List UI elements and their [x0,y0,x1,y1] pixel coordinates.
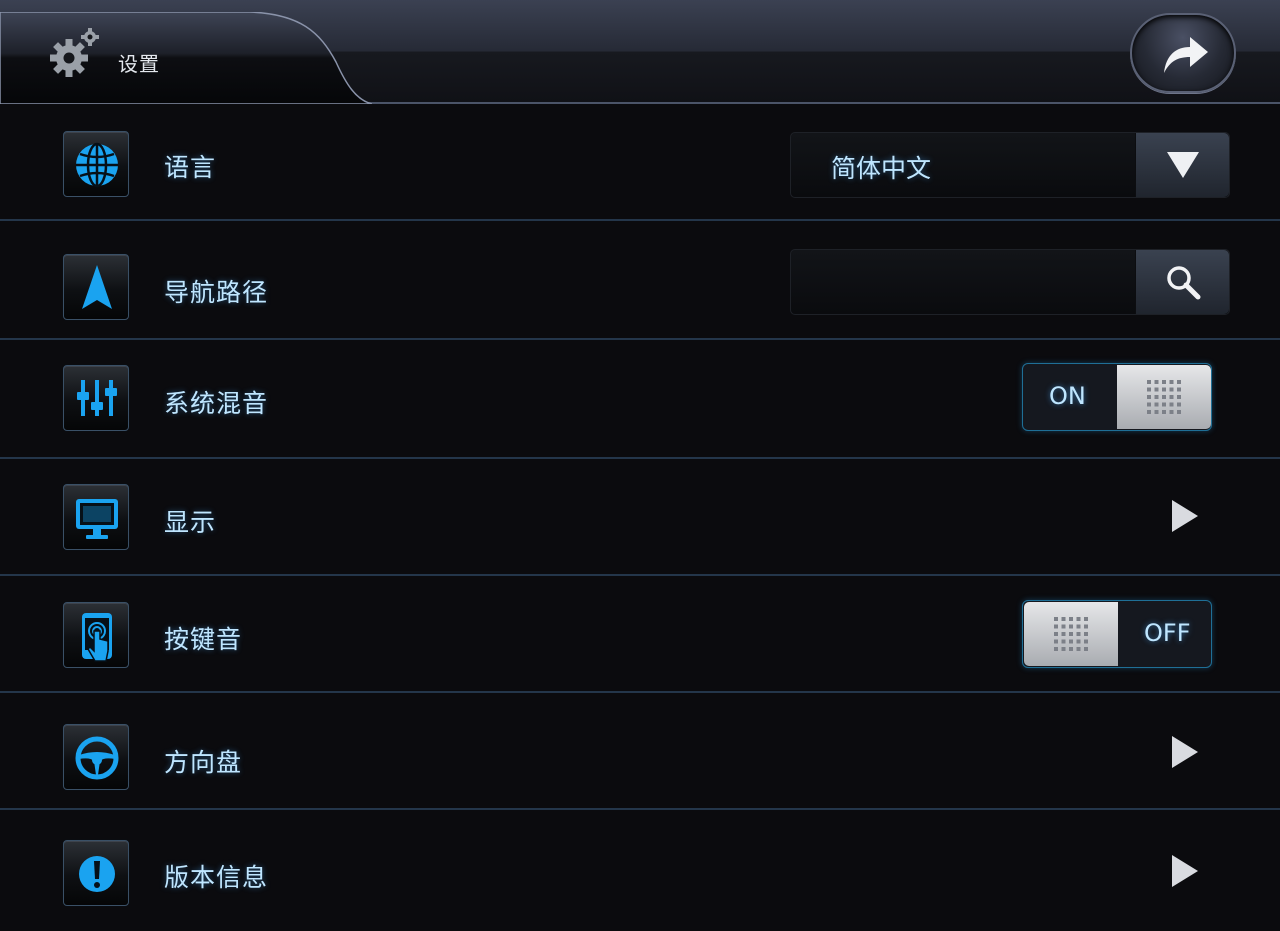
touch-phone-icon [63,602,129,668]
setting-label-display: 显示 [164,508,217,537]
setting-label-steering-wheel: 方向盘 [164,748,243,777]
setting-row-system-mix: 系统混音 ON [0,342,1280,459]
grip-dots-icon [1054,617,1088,651]
setting-row-language: 语言 简体中文 [0,104,1280,221]
key-tone-toggle[interactable]: OFF [1022,600,1212,668]
search-button[interactable] [1135,250,1229,314]
arrow-redo-icon [1164,37,1208,73]
header-bar: 设置 [0,0,1280,104]
toggle-state-label: ON [1049,382,1086,410]
setting-label-navigation-path: 导航路径 [164,278,269,307]
globe-icon [63,131,129,197]
dropdown-button[interactable] [1135,133,1229,197]
toggle-knob[interactable] [1117,365,1211,429]
system-mix-toggle[interactable]: ON [1022,363,1212,431]
info-exclamation-icon [63,840,129,906]
setting-row-key-tone: 按键音 OFF [0,576,1280,693]
chevron-right-icon[interactable] [1170,854,1200,888]
setting-label-version-info: 版本信息 [164,863,269,892]
chevron-right-icon[interactable] [1170,735,1200,769]
setting-row-version-info[interactable]: 版本信息 [0,812,1280,931]
navigation-arrow-icon [63,254,129,320]
search-icon [1167,266,1201,300]
navigation-path-input[interactable] [791,250,1137,314]
toggle-knob[interactable] [1024,602,1118,666]
steering-wheel-icon [63,724,129,790]
setting-row-steering-wheel[interactable]: 方向盘 [0,693,1280,810]
page-title: 设置 [118,52,160,76]
triangle-down-icon [1167,152,1199,178]
setting-label-key-tone: 按键音 [164,625,243,654]
gear-icon [48,26,102,80]
back-button[interactable] [1130,13,1236,93]
language-select-value: 简体中文 [831,154,932,183]
navigation-path-search [790,249,1230,315]
setting-label-language: 语言 [164,153,217,182]
setting-label-system-mix: 系统混音 [164,389,269,418]
setting-row-navigation-path: 导航路径 [0,223,1280,340]
grip-dots-icon [1147,380,1181,414]
monitor-icon [63,484,129,550]
language-select[interactable]: 简体中文 [790,132,1230,198]
equalizer-icon [63,365,129,431]
toggle-state-label: OFF [1144,619,1191,647]
chevron-right-icon[interactable] [1170,499,1200,533]
setting-row-display[interactable]: 显示 [0,459,1280,576]
